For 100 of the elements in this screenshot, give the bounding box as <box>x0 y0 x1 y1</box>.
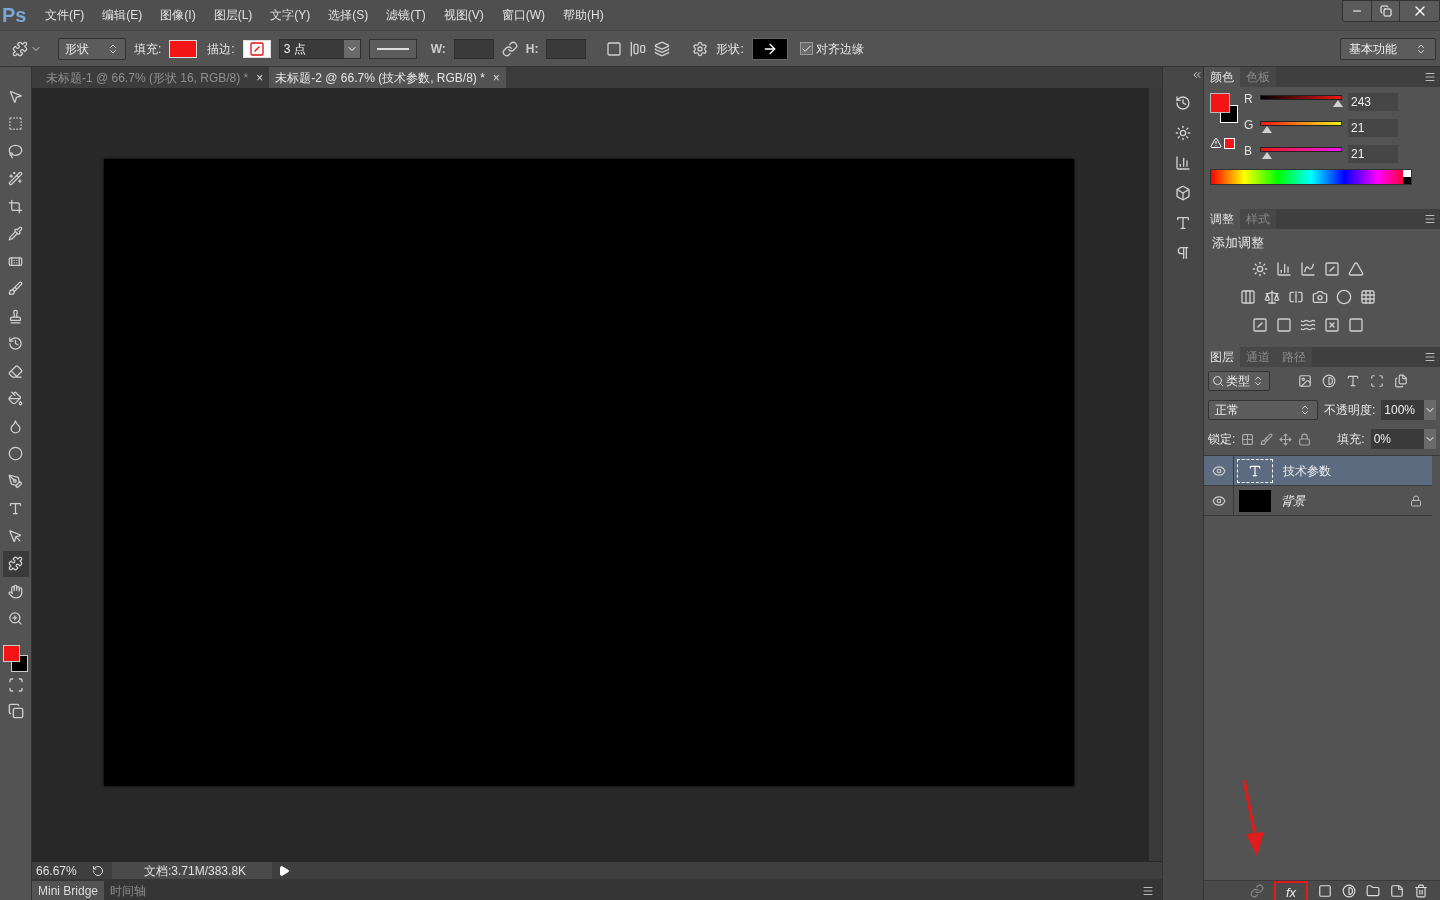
adjustment-button[interactable] <box>1276 260 1292 277</box>
adjustment-button[interactable] <box>1324 260 1340 277</box>
menu-item[interactable]: 图层(L) <box>206 6 260 24</box>
lock-button[interactable] <box>1298 432 1312 446</box>
slider-thumb[interactable] <box>1261 152 1272 159</box>
adjustment-button[interactable] <box>1336 288 1352 305</box>
menu-item[interactable]: 帮助(H) <box>556 6 611 24</box>
fill-swatch[interactable] <box>169 39 198 58</box>
play-icon <box>278 864 290 877</box>
menu-item[interactable]: 编辑(E) <box>95 6 150 24</box>
quick-mask-button[interactable] <box>7 677 24 693</box>
new-group-button[interactable] <box>1366 883 1380 898</box>
width-field[interactable] <box>453 38 494 59</box>
menu-item[interactable]: 文件(F) <box>38 6 92 24</box>
adjustment-button[interactable] <box>1348 316 1364 333</box>
menu-item[interactable]: 图像(I) <box>153 6 203 24</box>
search-icon <box>1212 375 1224 387</box>
adjustment-button[interactable] <box>1288 288 1304 305</box>
tab-close[interactable]: × <box>492 68 500 87</box>
adjustment-button[interactable] <box>1324 316 1340 333</box>
channel-label: G <box>1244 117 1255 134</box>
path-operations-button[interactable] <box>606 40 623 57</box>
tool-preset-button[interactable] <box>12 40 42 57</box>
color-spectrum[interactable] <box>1210 169 1412 185</box>
adjustment-button[interactable] <box>1360 288 1376 305</box>
adjustment-button[interactable] <box>1348 260 1364 277</box>
path-alignment-button[interactable] <box>630 40 647 57</box>
zoom-level[interactable]: 66.67% <box>32 861 84 880</box>
mode-dropdown[interactable]: 形状 <box>58 37 126 60</box>
menu-item[interactable]: 滤镜(T) <box>379 6 433 24</box>
color-swatches-drawing[interactable] <box>1210 93 1238 123</box>
status-menu-button[interactable] <box>278 864 290 877</box>
channel-value-field[interactable]: 21 <box>1348 145 1398 163</box>
adjustment-button[interactable] <box>1240 288 1256 305</box>
filter-button[interactable] <box>1322 374 1336 388</box>
new-layer-button[interactable] <box>1390 883 1404 898</box>
lock-button[interactable] <box>1241 432 1255 446</box>
filter-button[interactable] <box>1394 374 1408 388</box>
panel-tab[interactable]: 图层 <box>1204 347 1240 367</box>
layer-filter-dropdown[interactable]: 类型 <box>1208 371 1270 391</box>
channel-value-field[interactable]: 21 <box>1348 119 1398 137</box>
menu-item[interactable]: 窗口(W) <box>494 6 552 24</box>
type-icon <box>1346 374 1360 388</box>
fill-field[interactable]: 0% <box>1370 429 1436 449</box>
menu-item[interactable]: 文字(Y) <box>263 6 318 24</box>
panel-tab[interactable]: Mini Bridge <box>32 881 105 900</box>
adjustment-button[interactable] <box>1300 260 1316 277</box>
filter-button[interactable] <box>1298 374 1312 388</box>
panel-tab[interactable]: 时间轴 <box>104 881 153 900</box>
layer-row[interactable]: 技术参数 <box>1204 456 1432 486</box>
delete-layer-button[interactable] <box>1414 883 1428 898</box>
stroke-style-dropdown[interactable] <box>368 38 417 59</box>
screen-mode-button[interactable] <box>7 703 24 719</box>
channel-slider[interactable] <box>1260 95 1342 109</box>
eye-icon <box>1211 463 1226 478</box>
gamut-swatch[interactable] <box>1224 137 1235 149</box>
adjustment-button[interactable] <box>1312 288 1328 305</box>
layer-style-button[interactable]: fx <box>1274 880 1308 900</box>
opacity-field[interactable]: 100% <box>1381 400 1436 420</box>
lock-icon <box>1298 432 1312 446</box>
paragraph-panel-button[interactable] <box>1175 245 1191 261</box>
path-arrangement-button[interactable] <box>654 40 671 57</box>
align-edges-checkbox[interactable] <box>799 42 813 55</box>
height-field[interactable] <box>546 38 587 59</box>
adjustment-button[interactable] <box>1252 316 1268 333</box>
channel-slider[interactable] <box>1260 147 1342 161</box>
vertical-scrollbar[interactable] <box>1149 88 1162 861</box>
stroke-width-field[interactable]: 3 点 <box>278 38 361 59</box>
lock-button[interactable] <box>1279 432 1293 446</box>
filter-button[interactable] <box>1370 374 1384 388</box>
stroke-swatch[interactable] <box>242 39 271 58</box>
workspace-dropdown[interactable]: 基本功能 <box>1340 37 1436 60</box>
panel-tab[interactable]: 调整 <box>1204 209 1240 229</box>
adjustment-button[interactable] <box>1264 288 1280 305</box>
adjustment-button[interactable] <box>1276 316 1292 333</box>
document-tab[interactable]: 未标题-2 @ 66.7% (技术参数, RGB/8) * × <box>269 67 506 88</box>
add-mask-button[interactable] <box>1318 883 1332 898</box>
properties-panel-button[interactable] <box>1175 185 1191 201</box>
lock-button[interactable] <box>1260 432 1274 446</box>
history-panel-button[interactable] <box>1175 95 1191 111</box>
settings-button[interactable] <box>692 40 709 57</box>
histogram-panel-button[interactable] <box>1175 155 1191 171</box>
channel-slider[interactable] <box>1260 121 1342 135</box>
new-adjustment-button[interactable] <box>1342 883 1356 898</box>
blend-mode-dropdown[interactable]: 正常 <box>1208 400 1318 420</box>
adjustment-button[interactable] <box>1252 260 1268 277</box>
panel-tab[interactable]: 颜色 <box>1204 67 1240 87</box>
character-panel-button[interactable] <box>1175 215 1191 231</box>
tool-button[interactable] <box>2 550 29 577</box>
slider-thumb[interactable] <box>1261 126 1272 133</box>
navigator-panel-button[interactable] <box>1175 125 1191 141</box>
filter-button[interactable] <box>1346 374 1360 388</box>
menu-item[interactable]: 选择(S) <box>321 6 376 24</box>
shape-picker[interactable] <box>751 37 788 60</box>
sun-icon <box>1252 260 1268 277</box>
channel-value-field[interactable]: 243 <box>1348 93 1398 111</box>
menu-item[interactable]: 视图(V) <box>436 6 491 24</box>
layer-row[interactable]: 背景 <box>1204 486 1432 516</box>
tab-close[interactable]: × <box>256 68 264 87</box>
color-swatches-drawing[interactable] <box>2 645 29 673</box>
